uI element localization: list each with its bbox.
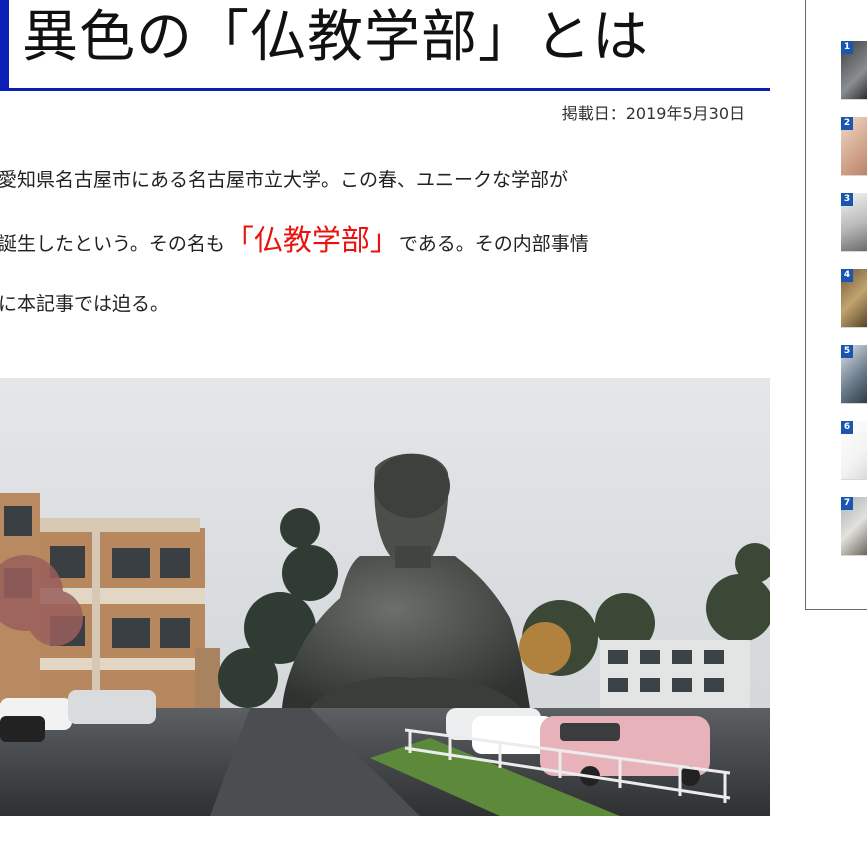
lead-text: である。その内部事情 [398,233,589,255]
lead-text: 誕生したという。その名も [0,233,225,255]
publish-date: 掲載日：2019年5月30日 [561,104,745,123]
rank-badge: 7 [841,497,853,510]
rank-badge: 3 [841,193,853,206]
rank-badge: 5 [841,345,853,358]
article-lead: 愛知県名古屋市にある名古屋市立大学。この春、ユニークな学部が 誕生したという。そ… [0,150,768,334]
ranking-item[interactable]: 1 [841,41,867,100]
ranking-item[interactable]: 3 [841,193,867,252]
ranking-item[interactable]: 6 [841,421,867,480]
lead-line: 誕生したという。その名も「仏教学部」である。その内部事情 [0,210,768,274]
rank-badge: 4 [841,269,853,282]
rank-badge: 2 [841,117,853,130]
ranking-item[interactable]: 5 [841,345,867,404]
article-photo [0,378,770,816]
highlight-text: 「仏教学部」 [224,223,399,257]
article-title: 異色の「仏教学部」とは [22,5,649,70]
article-title-bar: 異色の「仏教学部」とは [0,0,770,91]
ranking-item[interactable]: 4 [841,269,867,328]
lead-line: 愛知県名古屋市にある名古屋市立大学。この春、ユニークな学部が [0,169,569,191]
ranking-item[interactable]: 2 [841,117,867,176]
ranking-sidebar: 1 2 3 4 5 6 7 [805,0,867,610]
title-accent-bar [0,0,9,88]
lead-line: に本記事では迫る。 [0,293,170,315]
rank-badge: 1 [841,41,853,54]
rank-badge: 6 [841,421,853,434]
ranking-item[interactable]: 7 [841,497,867,556]
